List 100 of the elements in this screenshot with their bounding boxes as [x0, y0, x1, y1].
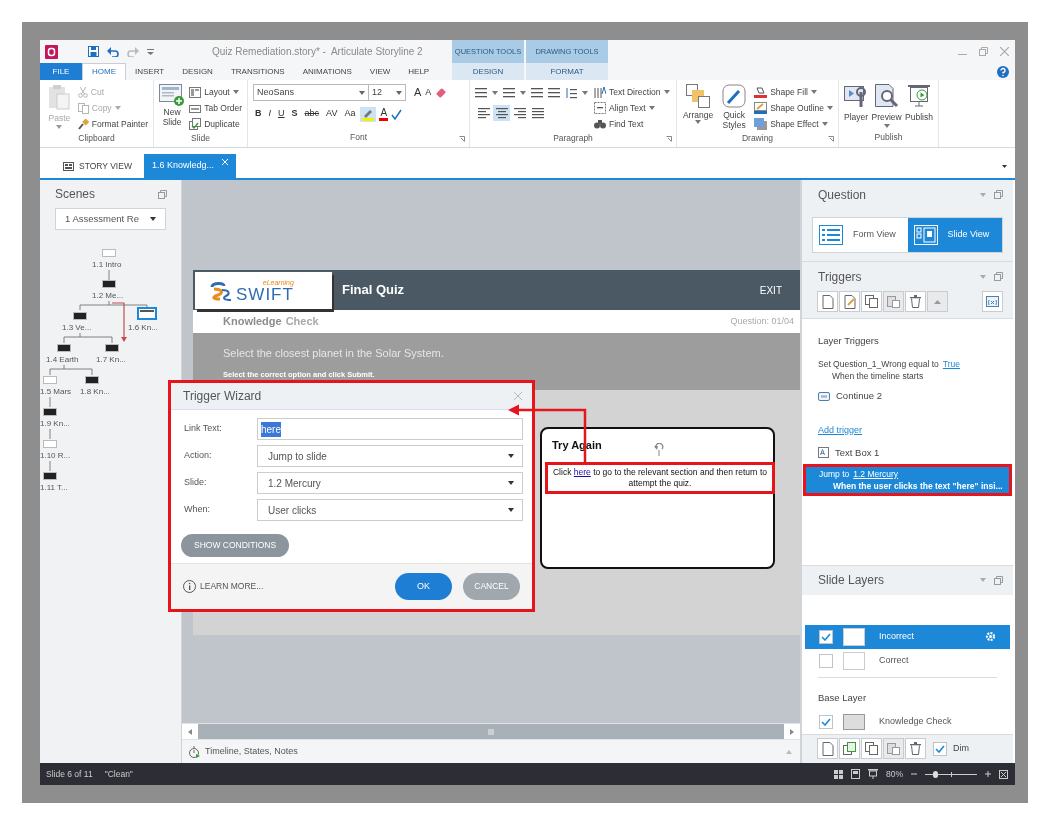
- delete-button[interactable]: [905, 738, 926, 760]
- publish-group-button[interactable]: Publish: [905, 84, 933, 124]
- view-toggle-button[interactable]: Slide View: [907, 218, 1002, 252]
- tab-list-caret-icon[interactable]: [1002, 165, 1007, 168]
- align-button[interactable]: [475, 105, 492, 121]
- bullets-icon[interactable]: [475, 88, 487, 98]
- dialog-launcher-icon[interactable]: [828, 136, 834, 142]
- align-button[interactable]: [493, 105, 510, 121]
- slide-thumbnail[interactable]: [43, 440, 57, 448]
- exit-button[interactable]: EXIT: [759, 282, 782, 298]
- trigger-object[interactable]: Continue 2: [802, 385, 1013, 408]
- horizontal-scrollbar[interactable]: [182, 723, 800, 740]
- paragraph-action-button[interactable]: Align Text: [594, 100, 670, 116]
- new-layer-button[interactable]: [817, 738, 838, 760]
- new-slide-button[interactable]: New Slide: [159, 84, 186, 127]
- clipboard-action-button[interactable]: Format Painter: [77, 116, 148, 132]
- grid-view-icon[interactable]: [834, 769, 843, 779]
- edit-trigger-button[interactable]: [839, 291, 860, 313]
- shrink-font-button[interactable]: A: [425, 85, 432, 100]
- slide-thumbnail[interactable]: [43, 376, 57, 384]
- view-toggle-button[interactable]: Form View: [813, 218, 908, 252]
- dropdown-field[interactable]: Jump to slide: [257, 445, 523, 467]
- spell-check-icon[interactable]: [391, 108, 403, 120]
- app-logo-icon[interactable]: [45, 44, 58, 59]
- numbering-icon[interactable]: [503, 88, 515, 98]
- ribbon-tab[interactable]: HOME: [82, 63, 126, 80]
- text-style-button[interactable]: AV: [324, 106, 340, 122]
- ribbon-tab[interactable]: INSERT: [126, 63, 174, 80]
- new-trigger-button[interactable]: [817, 291, 838, 313]
- document-tab[interactable]: STORY VIEW: [55, 154, 140, 178]
- slide-thumbnail[interactable]: [85, 376, 99, 384]
- ribbon-tab[interactable]: FORMAT: [526, 63, 608, 80]
- text-style-button[interactable]: B: [253, 106, 264, 122]
- dialog-launcher-icon[interactable]: [666, 136, 672, 142]
- ribbon-tab[interactable]: TRANSITIONS: [221, 63, 294, 80]
- text-style-button[interactable]: U: [276, 106, 287, 122]
- link-text-field[interactable]: here: [257, 418, 523, 440]
- notes-view-icon[interactable]: [851, 769, 860, 779]
- undo-icon[interactable]: [107, 46, 119, 57]
- copy-button[interactable]: [861, 291, 882, 313]
- drawing-large-button[interactable]: Quick Styles: [718, 84, 751, 130]
- restore-icon[interactable]: [994, 575, 1003, 585]
- trigger-item[interactable]: Set Question_1_Wrong equal to True When the timeline starts: [802, 355, 1013, 386]
- rotate-handle-icon[interactable]: [653, 443, 665, 456]
- info-icon[interactable]: [183, 579, 196, 593]
- dialog-launcher-icon[interactable]: [459, 136, 465, 142]
- layer-row[interactable]: Correct: [805, 648, 1010, 673]
- scene-dropdown[interactable]: 1 Assessment Re: [55, 208, 166, 230]
- dim-checkbox[interactable]: [933, 741, 947, 756]
- ribbon-tab[interactable]: DESIGN: [452, 63, 524, 80]
- line-spacing-icon[interactable]: [565, 87, 577, 99]
- slide-action-button[interactable]: Tab Order: [189, 100, 242, 116]
- shape-format-button[interactable]: Shape Effect: [754, 116, 833, 132]
- slide-thumbnail[interactable]: [102, 280, 116, 288]
- align-button[interactable]: [529, 105, 546, 121]
- duplicate-layer-button[interactable]: [839, 738, 860, 760]
- decrease-indent-icon[interactable]: [531, 88, 543, 98]
- text-style-button[interactable]: S: [289, 106, 300, 122]
- gear-icon[interactable]: [985, 631, 996, 642]
- ribbon-tab[interactable]: VIEW: [360, 63, 400, 80]
- dropdown-field[interactable]: User clicks: [257, 499, 523, 521]
- slide-thumbnail[interactable]: [105, 344, 119, 352]
- slide-action-button[interactable]: Layout: [189, 84, 242, 100]
- restore-icon[interactable]: [158, 189, 167, 199]
- slide-thumbnail[interactable]: [43, 472, 57, 480]
- variables-button[interactable]: [982, 291, 1003, 313]
- shape-format-button[interactable]: Shape Outline: [754, 100, 833, 116]
- trigger-target-link[interactable]: 1.2 Mercury: [853, 467, 899, 480]
- layer-row[interactable]: Knowledge Check: [802, 709, 1013, 734]
- grow-font-button[interactable]: A: [414, 84, 422, 101]
- increase-indent-icon[interactable]: [548, 88, 560, 98]
- visibility-checkbox[interactable]: [819, 714, 833, 729]
- save-icon[interactable]: [88, 46, 99, 57]
- zoom-in-icon[interactable]: [985, 771, 991, 777]
- scroll-left-icon[interactable]: [188, 728, 192, 735]
- learn-more-link[interactable]: LEARN MORE...: [200, 580, 264, 593]
- font-name-field[interactable]: NeoSans: [253, 84, 369, 101]
- presenter-icon[interactable]: [868, 769, 878, 779]
- visibility-checkbox[interactable]: [819, 629, 833, 644]
- slide-thumbnail[interactable]: [57, 344, 71, 352]
- visibility-checkbox[interactable]: [819, 653, 833, 668]
- restore-icon[interactable]: [994, 190, 1003, 200]
- slide-action-button[interactable]: Duplicate: [189, 116, 242, 132]
- paste-button[interactable]: [883, 738, 904, 760]
- delete-button[interactable]: [905, 291, 926, 313]
- restore-icon[interactable]: [994, 272, 1003, 282]
- document-tab[interactable]: 1.6 Knowledg...: [143, 154, 236, 178]
- paste-button[interactable]: [883, 291, 904, 313]
- highlight-icon[interactable]: [360, 106, 377, 122]
- text-style-button[interactable]: Aa: [342, 106, 358, 122]
- shape-format-button[interactable]: Shape Fill: [754, 84, 833, 100]
- font-size-field[interactable]: 12: [368, 84, 406, 101]
- slide-thumbnail[interactable]: [102, 249, 116, 257]
- timeline-panel-button[interactable]: Timeline, States, Notes: [189, 744, 298, 759]
- dropdown-field[interactable]: 1.2 Mercury: [257, 472, 523, 494]
- paragraph-action-button[interactable]: Text Direction: [594, 84, 670, 100]
- slide-thumbnail[interactable]: [137, 307, 157, 320]
- text-style-button[interactable]: I: [266, 106, 273, 122]
- ribbon-tab[interactable]: DESIGN: [173, 63, 222, 80]
- align-button[interactable]: [511, 105, 528, 121]
